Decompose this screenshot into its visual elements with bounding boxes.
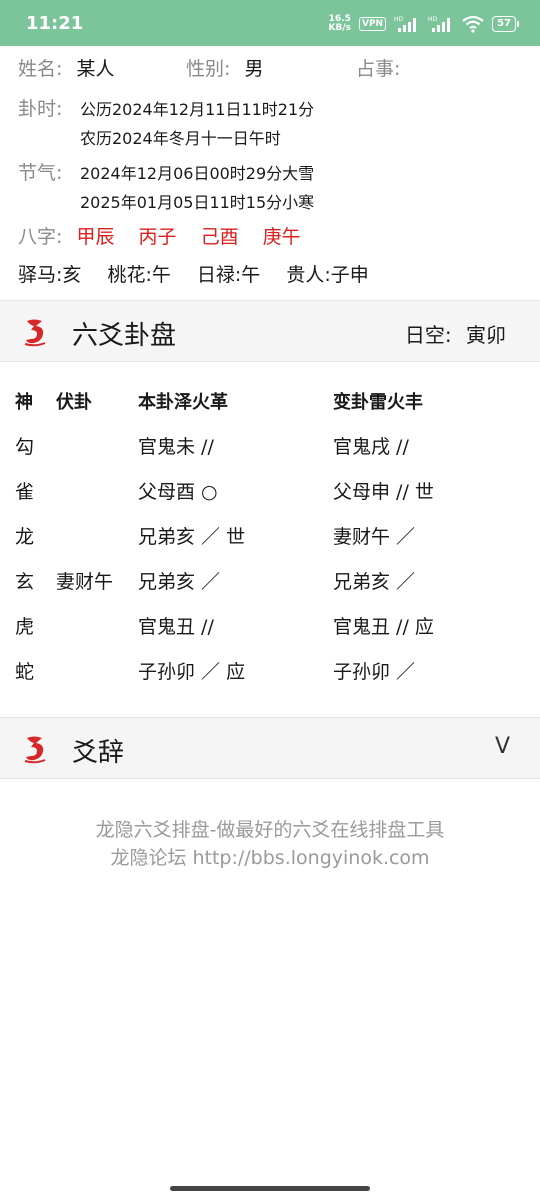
bazi-hour: 庚午 <box>262 226 301 248</box>
header-spirit: 神 <box>15 392 33 413</box>
battery-icon: 57 <box>492 16 519 32</box>
header-hidden: 伏卦 <box>56 392 92 413</box>
term-row: 节气: <box>18 158 62 185</box>
dragon-logo-icon <box>24 736 46 764</box>
extra-guiren: 贵人:子申 <box>286 264 369 286</box>
row4-spirit: 玄 <box>15 571 35 593</box>
status-icons: 16.5 KB/s VPN HD HD 57 <box>328 12 519 36</box>
row2-main: 父母酉 ○ <box>138 481 218 503</box>
name-row: 姓名: 某人 <box>18 54 114 81</box>
term-label: 节气: <box>18 162 63 184</box>
row1-spirit: 勾 <box>15 436 35 458</box>
bazi-day: 己酉 <box>200 226 239 248</box>
home-indicator[interactable] <box>170 1186 370 1191</box>
matter-row: 占事: <box>356 54 400 81</box>
time-label: 卦时: <box>18 98 63 120</box>
dragon-logo-icon <box>24 319 46 347</box>
row3-main: 兄弟亥 ／ 世 <box>138 526 246 548</box>
status-bar: 11:21 16.5 KB/s VPN HD HD 57 <box>0 0 540 46</box>
extra-rilu: 日禄:午 <box>196 264 261 286</box>
row5-main: 官鬼丑 // <box>138 616 214 638</box>
row3-changed: 妻财午 ／ <box>333 526 416 548</box>
bazi-year: 甲辰 <box>76 226 115 248</box>
network-speed: 16.5 KB/s <box>328 14 351 33</box>
row3-spirit: 龙 <box>15 526 35 548</box>
bazi-month: 丙子 <box>138 226 177 248</box>
wifi-icon <box>462 15 484 33</box>
signal-icon: HD <box>394 16 417 32</box>
extras-row: 驿马:亥 桃花:午 日禄:午 贵人:子申 <box>18 260 369 287</box>
term-first: 2024年12月06日00时29分大雪 <box>80 164 315 183</box>
name-label: 姓名: <box>18 58 63 80</box>
name-value: 某人 <box>76 58 115 80</box>
gender-row: 性别: 男 <box>186 54 263 81</box>
gender-value: 男 <box>244 58 264 80</box>
row4-main: 兄弟亥 ／ <box>138 571 221 593</box>
row1-changed: 官鬼戌 // <box>333 436 409 458</box>
gender-label: 性别: <box>186 58 231 80</box>
term-second: 2025年01月05日11时15分小寒 <box>80 193 315 212</box>
yaoci-section-header[interactable]: 爻辞 V <box>0 717 540 779</box>
hexagram-section-header[interactable]: 六爻卦盘 日空: 寅卯 <box>0 300 540 362</box>
time-solar: 公历2024年12月11日11时21分 <box>80 100 315 119</box>
row5-changed: 官鬼丑 // 应 <box>333 616 434 638</box>
status-time: 11:21 <box>26 13 84 34</box>
row6-main: 子孙卯 ／ 应 <box>138 661 246 683</box>
header-changed: 变卦雷火丰 <box>333 392 423 413</box>
vpn-icon: VPN <box>358 17 387 31</box>
row5-spirit: 虎 <box>15 616 35 638</box>
footer-forum-link[interactable]: 龙隐论坛 http://bbs.longyinok.com <box>0 843 540 870</box>
time-lunar: 农历2024年冬月十一日午时 <box>80 129 281 148</box>
matter-label: 占事: <box>356 58 401 80</box>
row6-spirit: 蛇 <box>15 661 35 683</box>
row2-spirit: 雀 <box>15 481 35 503</box>
bazi-row: 八字: 甲辰 丙子 己酉 庚午 <box>18 222 301 249</box>
day-void: 日空: 寅卯 <box>404 323 506 347</box>
hexagram-section-title: 六爻卦盘 <box>72 321 177 351</box>
yaoci-section-title: 爻辞 <box>72 738 125 768</box>
row4-hidden: 妻财午 <box>56 571 114 593</box>
header-main: 本卦泽火革 <box>138 392 228 413</box>
footer-slogan: 龙隐六爻排盘-做最好的六爻在线排盘工具 <box>95 819 445 841</box>
row6-changed: 子孙卯 ／ <box>333 661 416 683</box>
row1-main: 官鬼未 // <box>138 436 214 458</box>
extra-taohua: 桃花:午 <box>107 264 171 286</box>
row2-changed: 父母申 // 世 <box>333 481 434 503</box>
row4-changed: 兄弟亥 ／ <box>333 571 416 593</box>
signal-icon-2: HD <box>428 16 451 32</box>
chevron-down-icon[interactable]: V <box>495 734 510 759</box>
bazi-label: 八字: <box>18 226 63 248</box>
time-row: 卦时: <box>18 94 62 121</box>
extra-yima: 驿马:亥 <box>18 264 82 286</box>
svg-text:HD: HD <box>394 16 404 23</box>
svg-text:HD: HD <box>428 16 438 23</box>
